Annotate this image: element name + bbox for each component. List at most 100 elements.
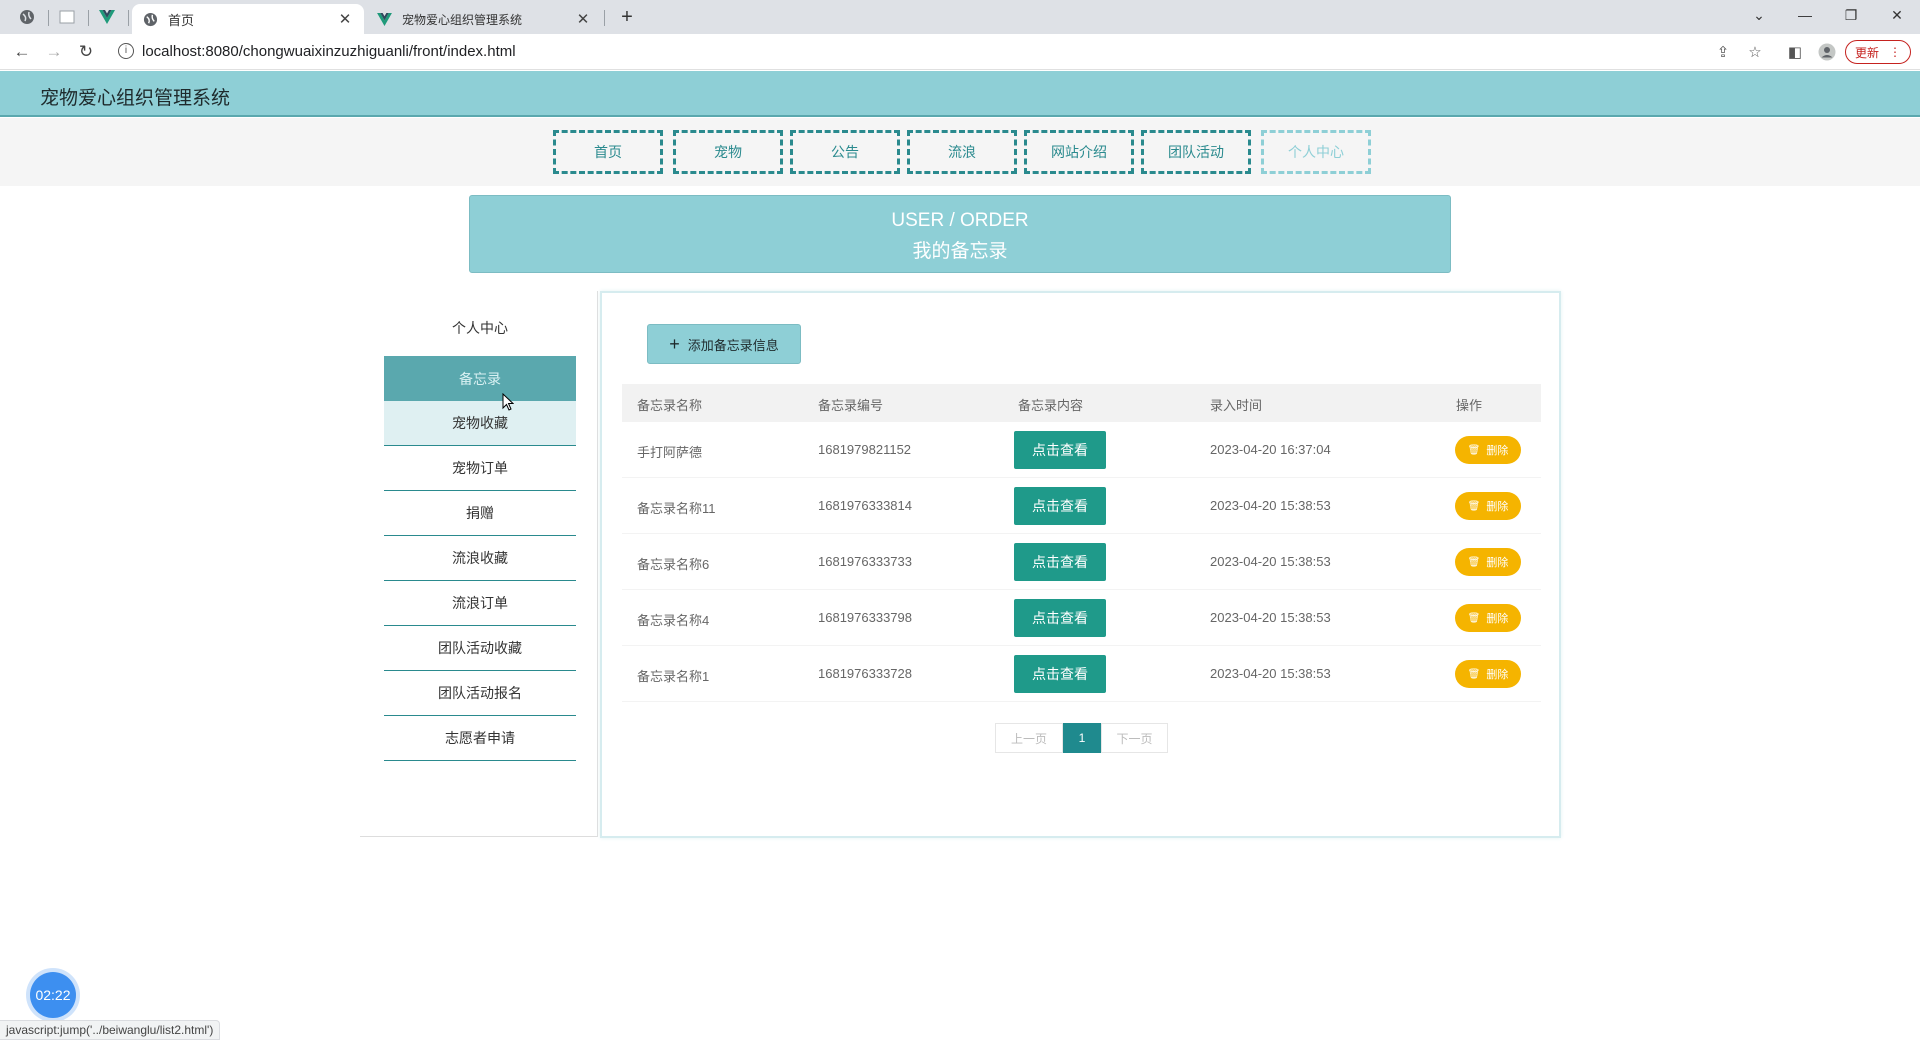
- prev-page-button[interactable]: 上一页: [995, 723, 1063, 753]
- status-bar-url: javascript:jump('../beiwanglu/list2.html…: [0, 1020, 221, 1040]
- share-icon[interactable]: ⇪: [1712, 41, 1734, 63]
- memo-code: 1681976333814: [818, 498, 912, 513]
- minimize-icon[interactable]: —: [1782, 0, 1828, 30]
- view-content-button[interactable]: 点击查看: [1014, 655, 1106, 693]
- nav-pets[interactable]: 宠物: [673, 130, 783, 174]
- restore-icon[interactable]: ❐: [1828, 0, 1874, 30]
- trash-icon: 🗑: [1467, 444, 1481, 456]
- table-row: 手打阿萨德 1681979821152 点击查看 2023-04-20 16:3…: [622, 422, 1541, 478]
- entry-time: 2023-04-20 15:38:53: [1210, 610, 1331, 625]
- delete-label: 删除: [1486, 613, 1509, 625]
- memo-name: 备忘录名称4: [637, 613, 710, 628]
- page-number-button[interactable]: 1: [1063, 723, 1101, 753]
- delete-button[interactable]: 🗑 删除: [1455, 548, 1521, 576]
- site-header: 宠物爱心组织管理系统: [0, 71, 1920, 117]
- memo-name: 手打阿萨德: [637, 445, 703, 460]
- update-label: 更新: [1854, 45, 1879, 60]
- nav-notice[interactable]: 公告: [790, 130, 900, 174]
- page-banner: USER / ORDER 我的备忘录: [469, 195, 1451, 273]
- delete-button[interactable]: 🗑 删除: [1455, 604, 1521, 632]
- sidebar-item-donation[interactable]: 捐赠: [384, 491, 576, 536]
- column-header: 录入时间: [1210, 398, 1263, 413]
- info-icon[interactable]: i: [118, 43, 134, 59]
- sidebar-item-stray-orders[interactable]: 流浪订单: [384, 581, 576, 626]
- tab-title: 首页: [168, 12, 195, 28]
- profile-icon[interactable]: [1816, 41, 1838, 63]
- site-title: 宠物爱心组织管理系统: [40, 88, 231, 109]
- table-row: 备忘录名称1 1681976333728 点击查看 2023-04-20 15:…: [622, 646, 1541, 702]
- close-tab-icon[interactable]: ✕: [574, 10, 592, 28]
- plus-icon: +: [669, 334, 680, 354]
- banner-subtitle: USER / ORDER: [891, 210, 1029, 231]
- globe-icon: [142, 11, 158, 27]
- back-icon[interactable]: ←: [10, 40, 34, 64]
- add-memo-label: 添加备忘录信息: [687, 337, 779, 353]
- update-button[interactable]: 更新 ⋮: [1845, 40, 1911, 64]
- sidebar-item-team-favorites[interactable]: 团队活动收藏: [384, 626, 576, 671]
- vue-icon[interactable]: [96, 6, 118, 28]
- view-content-button[interactable]: 点击查看: [1014, 431, 1106, 469]
- trash-icon: 🗑: [1467, 500, 1481, 512]
- address-bar: ← → ↻ i localhost:8080/chongwuaixinzuzhi…: [0, 34, 1920, 70]
- delete-button[interactable]: 🗑 删除: [1455, 492, 1521, 520]
- entry-time: 2023-04-20 15:38:53: [1210, 498, 1331, 513]
- sidebar-item-stray-favorites[interactable]: 流浪收藏: [384, 536, 576, 581]
- table-row: 备忘录名称6 1681976333733 点击查看 2023-04-20 15:…: [622, 534, 1541, 590]
- mouse-cursor-icon: [502, 393, 514, 411]
- memo-code: 1681976333798: [818, 610, 912, 625]
- reload-icon[interactable]: ↻: [74, 40, 98, 64]
- sidebar-item-team-signup[interactable]: 团队活动报名: [384, 671, 576, 716]
- close-window-icon[interactable]: ✕: [1874, 0, 1920, 30]
- memo-code: 1681976333733: [818, 554, 912, 569]
- close-tab-icon[interactable]: ✕: [336, 10, 354, 28]
- table-row: 备忘录名称11 1681976333814 点击查看 2023-04-20 15…: [622, 478, 1541, 534]
- vue-icon: [376, 11, 392, 27]
- tab-page-icon[interactable]: [56, 6, 78, 28]
- column-header: 操作: [1456, 398, 1483, 413]
- sidebar-item-pet-orders[interactable]: 宠物订单: [384, 446, 576, 491]
- memo-code: 1681979821152: [818, 442, 912, 457]
- column-header: 备忘录名称: [637, 398, 703, 413]
- star-icon[interactable]: ☆: [1744, 41, 1766, 63]
- pagination: 上一页 1 下一页: [995, 723, 1168, 753]
- sidebar-item-volunteer[interactable]: 志愿者申请: [384, 716, 576, 761]
- forward-icon[interactable]: →: [42, 40, 66, 64]
- table-header: 备忘录名称 备忘录编号 备忘录内容 录入时间 操作: [622, 384, 1541, 422]
- column-header: 备忘录内容: [1018, 398, 1084, 413]
- delete-button[interactable]: 🗑 删除: [1455, 660, 1521, 688]
- sidebar-heading: 个人中心: [452, 320, 508, 336]
- delete-label: 删除: [1486, 501, 1509, 513]
- nav-user-center[interactable]: 个人中心: [1261, 130, 1371, 174]
- sidebar-item-memo[interactable]: 备忘录: [384, 356, 576, 401]
- delete-button[interactable]: 🗑 删除: [1455, 436, 1521, 464]
- tab-home[interactable]: 首页 ✕: [132, 4, 364, 34]
- page-title: 我的备忘录: [912, 241, 1008, 262]
- new-tab-button[interactable]: +: [614, 4, 640, 30]
- memo-name: 备忘录名称11: [637, 501, 716, 516]
- trash-icon: 🗑: [1467, 556, 1481, 568]
- nav-team-activity[interactable]: 团队活动: [1141, 130, 1251, 174]
- column-header: 备忘录编号: [818, 398, 884, 413]
- add-memo-button[interactable]: + 添加备忘录信息: [647, 324, 801, 364]
- nav-home[interactable]: 首页: [553, 130, 663, 174]
- view-content-button[interactable]: 点击查看: [1014, 599, 1106, 637]
- side-panel-icon[interactable]: ◧: [1784, 41, 1806, 63]
- nav-stray[interactable]: 流浪: [907, 130, 1017, 174]
- next-page-button[interactable]: 下一页: [1101, 723, 1168, 753]
- memo-name: 备忘录名称1: [637, 669, 710, 684]
- main-nav: 首页 宠物 公告 流浪 网站介绍 团队活动 个人中心: [0, 118, 1920, 186]
- sidebar-item-pet-favorites[interactable]: 宠物收藏: [384, 401, 576, 446]
- globe-icon[interactable]: [16, 6, 38, 28]
- memo-panel: + 添加备忘录信息 备忘录名称 备忘录编号 备忘录内容 录入时间 操作 手打阿萨…: [600, 291, 1561, 838]
- view-content-button[interactable]: 点击查看: [1014, 543, 1106, 581]
- url-text[interactable]: localhost:8080/chongwuaixinzuzhiguanli/f…: [142, 43, 516, 60]
- recording-timer[interactable]: 02:22: [30, 972, 76, 1018]
- nav-about[interactable]: 网站介绍: [1024, 130, 1134, 174]
- tab-search-icon[interactable]: ⌄: [1736, 0, 1782, 30]
- entry-time: 2023-04-20 15:38:53: [1210, 554, 1331, 569]
- trash-icon: 🗑: [1467, 612, 1481, 624]
- tab-system[interactable]: 宠物爱心组织管理系统 ✕: [366, 4, 602, 34]
- more-icon: ⋮: [1889, 45, 1901, 59]
- browser-tab-bar: 首页 ✕ 宠物爱心组织管理系统 ✕ + ⌄ — ❐ ✕: [0, 0, 1920, 34]
- view-content-button[interactable]: 点击查看: [1014, 487, 1106, 525]
